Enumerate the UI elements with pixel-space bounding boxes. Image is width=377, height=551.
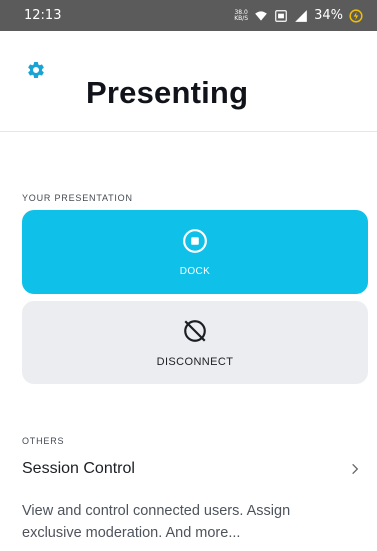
disconnect-label: DISCONNECT (156, 355, 234, 368)
network-speed: 38.0 KB/S (234, 8, 249, 22)
gear-icon[interactable] (26, 60, 46, 80)
session-control-item[interactable]: Session Control (22, 455, 362, 483)
header-divider (0, 131, 377, 132)
disconnect-icon (184, 319, 206, 342)
session-control-title: Session Control (22, 460, 135, 477)
chevron-right-icon (352, 463, 359, 475)
status-bar: 12:13 38.0 KB/S 34% (0, 0, 377, 31)
battery-percent: 34% (314, 8, 343, 23)
battery-icon (349, 8, 363, 23)
stop-circle-icon (183, 228, 207, 253)
section-label-presentation: YOUR PRESENTATION (22, 193, 133, 203)
signal-icon (295, 9, 307, 22)
volte-icon (275, 9, 287, 22)
dock-button[interactable]: DOCK (22, 210, 368, 294)
session-control-description: View and control connected users. Assign… (22, 503, 291, 541)
section-label-others: OTHERS (22, 436, 65, 446)
status-time: 12:13 (24, 8, 62, 23)
disconnect-button[interactable]: DISCONNECT (22, 301, 368, 384)
dock-label: DOCK (179, 265, 211, 277)
page-title: Presenting (86, 75, 249, 110)
status-icons: 38.0 KB/S 34% (234, 8, 363, 23)
wifi-icon (255, 10, 267, 21)
